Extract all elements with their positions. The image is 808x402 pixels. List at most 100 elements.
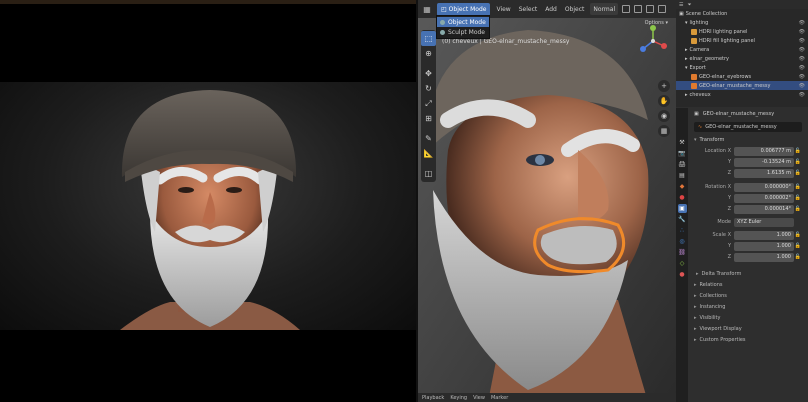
outliner-row[interactable]: GEO-elnar_eyebrows 👁 <box>676 72 808 81</box>
outliner-filter-icon[interactable]: ⏷ <box>687 2 691 8</box>
outliner-row[interactable]: ▸ Camera 👁 <box>676 45 808 54</box>
outliner-row[interactable]: HDRI lighting panel 👁 <box>676 27 808 36</box>
cursor-tool[interactable]: ⊕ <box>421 46 436 61</box>
collections-panel[interactable]: ▸ Collections <box>688 290 808 301</box>
rotation-z-field[interactable]: 0.000014° <box>734 204 794 214</box>
eye-icon[interactable]: 👁 <box>799 74 805 80</box>
outliner-row[interactable]: ▾ lighting 👁 <box>676 18 808 27</box>
mode-selector-button[interactable]: ◰ Object Mode <box>437 2 491 16</box>
visibility-panel[interactable]: ▸ Visibility <box>688 312 808 323</box>
dropdown-sculpt-mode[interactable]: Sculpt Mode <box>437 27 489 37</box>
select-box-tool[interactable]: ⬚ <box>421 31 436 46</box>
world-tab-icon[interactable]: ● <box>678 193 687 202</box>
proportional-toggle[interactable] <box>634 5 643 13</box>
location-z-field[interactable]: 1.6135 m <box>734 168 794 178</box>
lock-icon[interactable]: 🔓 <box>794 206 802 212</box>
location-x-row: Location X 0.006777 m 🔓 <box>688 146 808 156</box>
outliner-row[interactable]: ▸ elnar_geometry 👁 <box>676 54 808 63</box>
delta-transform-panel[interactable]: ▸ Delta Transform <box>688 268 808 279</box>
measure-tool[interactable]: 📐 <box>421 146 436 161</box>
footer-marker[interactable]: Marker <box>491 395 508 401</box>
location-x-field[interactable]: 0.006777 m <box>734 146 794 156</box>
constraints-tab-icon[interactable]: ⛓ <box>678 248 687 257</box>
annotate-tool[interactable]: ✎ <box>421 131 436 146</box>
lock-icon[interactable]: 🔓 <box>794 148 802 154</box>
grid-icon[interactable]: ▦ <box>658 125 670 137</box>
scale-tool[interactable]: ⤢ <box>421 96 436 111</box>
menu-select[interactable]: Select <box>517 6 540 13</box>
outliner-row[interactable]: HDRI fill lighting panel 👁 <box>676 36 808 45</box>
move-tool[interactable]: ✥ <box>421 66 436 81</box>
outliner-row-selected[interactable]: GEO-elnar_mustache_messy 👁 <box>676 81 808 90</box>
scale-x-field[interactable]: 1.000 <box>734 230 794 240</box>
eye-icon[interactable]: 👁 <box>799 38 805 44</box>
lock-icon[interactable]: 🔓 <box>794 254 802 260</box>
modifier-tab-icon[interactable]: 🔧 <box>678 215 687 224</box>
options-dropdown[interactable]: Options ▾ <box>645 20 668 26</box>
dropdown-object-mode[interactable]: Object Mode <box>437 17 489 27</box>
footer-view[interactable]: View <box>473 395 485 401</box>
render-tab-icon[interactable]: 📷 <box>678 149 687 158</box>
rotation-mode-select[interactable]: XYZ Euler <box>734 217 794 227</box>
instancing-panel[interactable]: ▸ Instancing <box>688 301 808 312</box>
zoom-icon[interactable]: + <box>658 80 670 92</box>
3d-viewport[interactable]: ▦ ◰ Object Mode View Select Add Object N… <box>418 0 676 402</box>
transform-tool[interactable]: ⊞ <box>421 111 436 126</box>
eye-icon[interactable]: 👁 <box>799 83 805 89</box>
footer-playback[interactable]: Playback <box>422 395 444 401</box>
scale-z-field[interactable]: 1.000 <box>734 252 794 262</box>
particles-tab-icon[interactable]: ∴ <box>678 226 687 235</box>
lock-icon[interactable]: 🔓 <box>794 243 802 249</box>
lock-icon[interactable]: 🔓 <box>794 184 802 190</box>
xray-toggle[interactable] <box>658 5 667 13</box>
tool-tab-icon[interactable]: ⚒ <box>678 138 687 147</box>
output-tab-icon[interactable]: 🖨 <box>678 160 687 169</box>
menu-add[interactable]: Add <box>543 6 559 13</box>
outliner-editor-icon[interactable]: ☰ <box>679 2 683 8</box>
outliner-row[interactable]: ▾ Export 👁 <box>676 63 808 72</box>
custom-properties-panel[interactable]: ▸ Custom Properties <box>688 334 808 345</box>
viewport-display-panel[interactable]: ▸ Viewport Display <box>688 323 808 334</box>
scale-y-field[interactable]: 1.000 <box>734 241 794 251</box>
data-tab-icon[interactable]: ◇ <box>678 259 687 268</box>
outliner-row[interactable]: ▣ Scene Collection <box>676 9 808 18</box>
mode-dropdown-menu: Object Mode Sculpt Mode <box>436 15 490 39</box>
object-name-field[interactable]: ∿ GEO-elnar_mustache_messy <box>694 122 802 132</box>
snap-toggle[interactable] <box>622 5 631 13</box>
material-tab-icon[interactable]: ● <box>678 270 687 279</box>
view-layer-tab-icon[interactable]: ▤ <box>678 171 687 180</box>
editor-type-icon[interactable]: ▦ <box>421 3 433 15</box>
transform-panel-header[interactable]: ▾ Transform <box>688 134 808 146</box>
location-y-field[interactable]: -0.13524 m <box>734 157 794 167</box>
scene-tab-icon[interactable]: ◆ <box>678 182 687 191</box>
menu-view[interactable]: View <box>494 6 512 13</box>
relations-panel[interactable]: ▸ Relations <box>688 279 808 290</box>
rotate-tool[interactable]: ↻ <box>421 81 436 96</box>
menu-object[interactable]: Object <box>563 6 587 13</box>
shading-dropdown[interactable]: Normal <box>590 3 619 15</box>
camera-view-icon[interactable]: ◉ <box>658 110 670 122</box>
outliner-row[interactable]: ▸ cheveux 👁 <box>676 90 808 99</box>
rotation-y-field[interactable]: 0.000002° <box>734 193 794 203</box>
rotation-x-field[interactable]: 0.000000° <box>734 182 794 192</box>
lock-icon[interactable]: 🔓 <box>794 159 802 165</box>
eye-icon[interactable]: 👁 <box>799 56 805 62</box>
chevron-right-icon: ▸ <box>694 314 697 321</box>
footer-keying[interactable]: Keying <box>450 395 467 401</box>
pan-hand-icon[interactable]: ✋ <box>658 95 670 107</box>
eye-icon[interactable]: 👁 <box>799 29 805 35</box>
eye-icon[interactable]: 👁 <box>799 92 805 98</box>
overlay-toggle[interactable] <box>646 5 655 13</box>
lock-icon[interactable]: 🔓 <box>794 195 802 201</box>
physics-tab-icon[interactable]: ◎ <box>678 237 687 246</box>
chevron-down-icon: ▾ <box>694 137 697 143</box>
eye-icon[interactable]: 👁 <box>799 65 805 71</box>
axis-z-label: Z <box>727 254 731 260</box>
eye-icon[interactable]: 👁 <box>799 20 805 26</box>
add-cube-tool[interactable]: ◫ <box>421 166 436 181</box>
navigation-gizmo[interactable] <box>636 24 670 58</box>
lock-icon[interactable]: 🔓 <box>794 232 802 238</box>
object-tab-icon[interactable]: ▣ <box>677 204 687 213</box>
lock-icon[interactable]: 🔓 <box>794 170 802 176</box>
eye-icon[interactable]: 👁 <box>799 47 805 53</box>
